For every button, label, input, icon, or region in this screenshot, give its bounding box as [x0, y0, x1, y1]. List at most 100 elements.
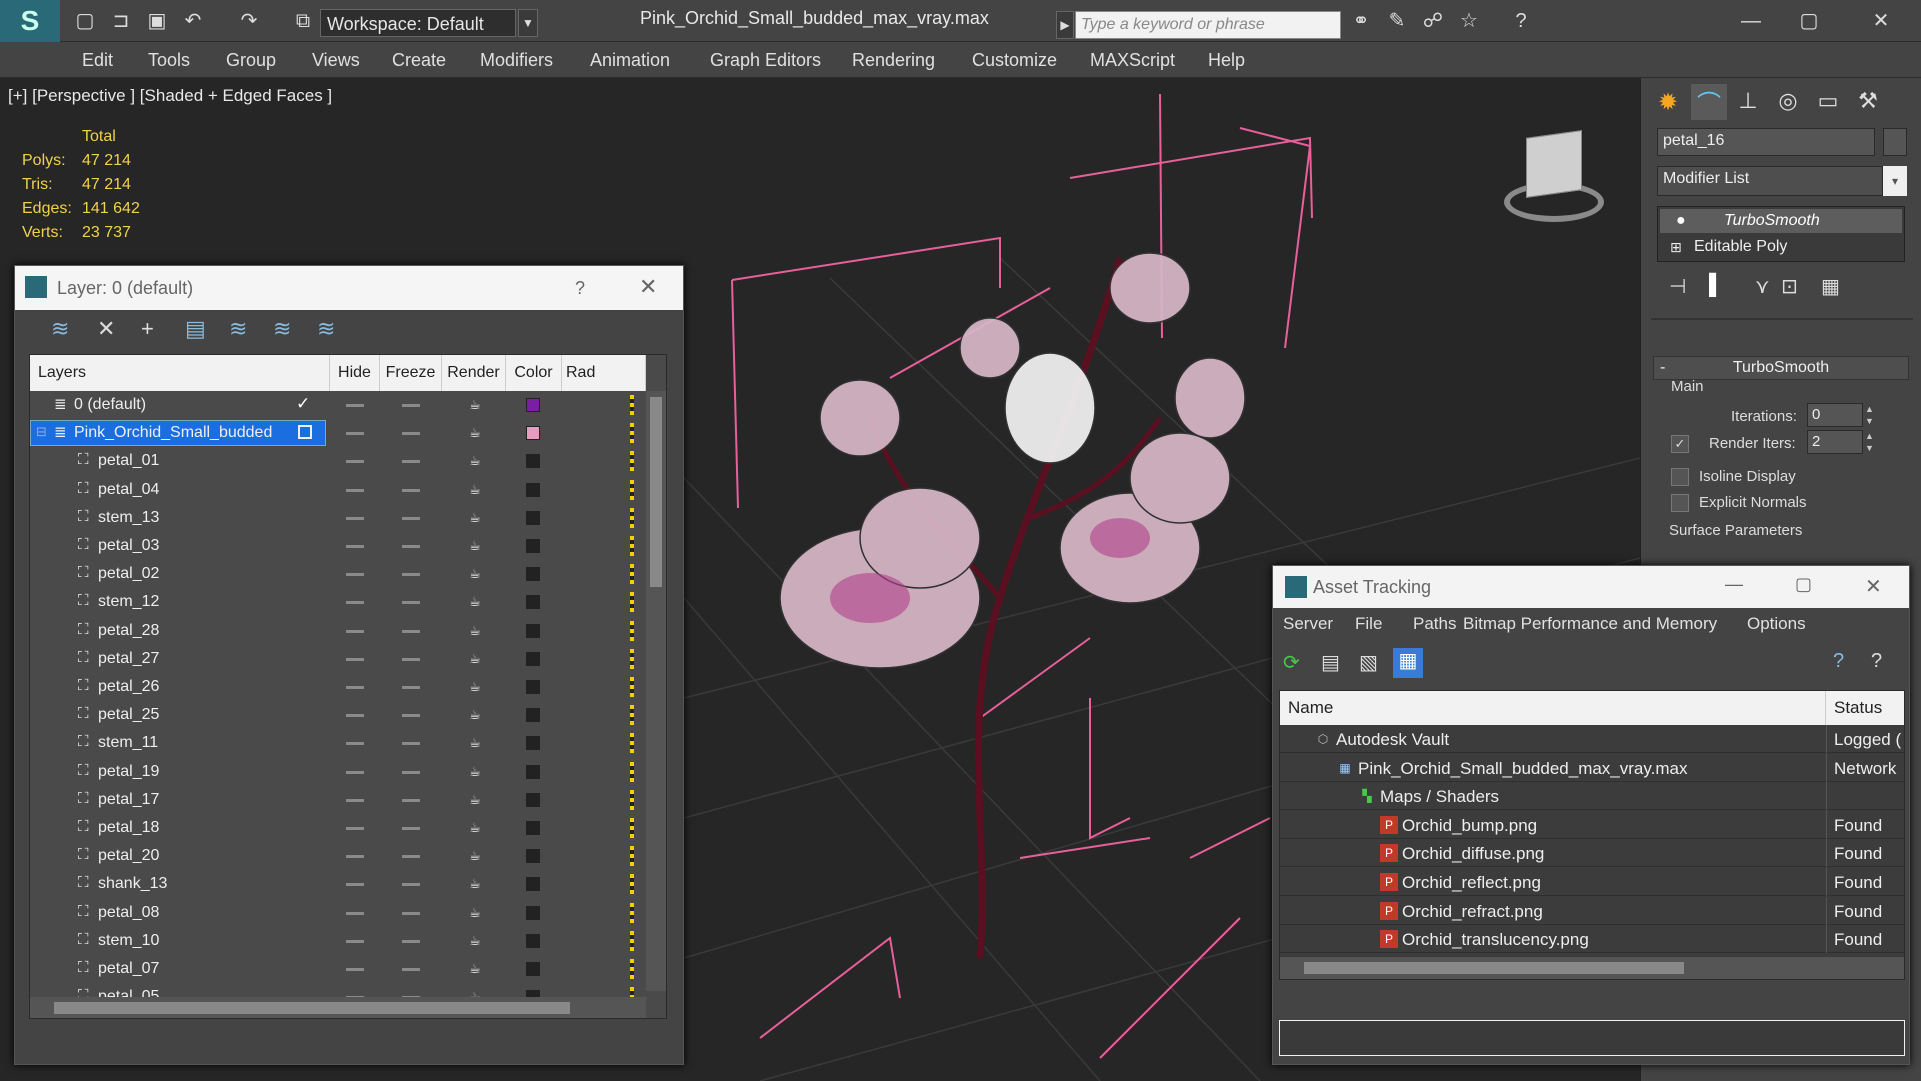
- render-teapot-icon[interactable]: ☕: [466, 961, 484, 977]
- object-row[interactable]: ⛶ petal_18 ☕: [30, 814, 640, 842]
- rollout-collapse-icon[interactable]: -: [1660, 357, 1665, 379]
- col-freeze[interactable]: Freeze: [380, 355, 442, 391]
- save-icon[interactable]: ▣: [144, 8, 170, 34]
- col-name[interactable]: Name: [1280, 691, 1826, 725]
- menu-tools[interactable]: Tools: [148, 50, 190, 71]
- render-teapot-icon[interactable]: ☕: [466, 425, 484, 441]
- radiosity-marker[interactable]: [630, 930, 634, 951]
- lightbulb-icon[interactable]: ●: [1676, 209, 1686, 233]
- active-layer-check-icon[interactable]: ✓: [296, 394, 310, 414]
- menu-group[interactable]: Group: [226, 50, 276, 71]
- viewcube-icon[interactable]: [1502, 126, 1606, 230]
- render-teapot-icon[interactable]: ☕: [466, 848, 484, 864]
- redo-icon[interactable]: ↷: [236, 8, 262, 34]
- layer-row[interactable]: ≣ 0 (default) ✓ ☕: [30, 391, 640, 419]
- render-teapot-icon[interactable]: ☕: [466, 538, 484, 554]
- hide-toggle[interactable]: [346, 968, 364, 971]
- list-view-icon[interactable]: ▤: [1321, 650, 1340, 675]
- layer-window-titlebar[interactable]: Layer: 0 (default) ? ✕: [15, 266, 683, 310]
- freeze-toggle[interactable]: [402, 714, 420, 718]
- render-teapot-icon[interactable]: ☕: [466, 820, 484, 836]
- asset-row[interactable]: P Orchid_reflect.png Found: [1280, 868, 1904, 896]
- iterations-spinner[interactable]: 0: [1807, 403, 1863, 427]
- object-row[interactable]: ⛶ petal_04 ☕: [30, 476, 640, 504]
- object-row[interactable]: ⛶ petal_20 ☕: [30, 842, 640, 870]
- select-layer-icon[interactable]: ▤: [185, 316, 206, 342]
- expand-minus-icon[interactable]: ⊟: [36, 424, 47, 440]
- layer-horizontal-scrollbar[interactable]: [30, 997, 646, 1018]
- object-row[interactable]: ⛶ petal_25 ☕: [30, 701, 640, 729]
- freeze-toggle[interactable]: [402, 516, 420, 520]
- show-end-result-icon[interactable]: ▌: [1709, 274, 1723, 297]
- freeze-toggle[interactable]: [402, 404, 420, 407]
- color-swatch[interactable]: [526, 426, 540, 441]
- render-teapot-icon[interactable]: ☕: [466, 876, 484, 892]
- object-row[interactable]: ⛶ shank_13 ☕: [30, 870, 640, 898]
- radiosity-marker[interactable]: [630, 648, 634, 669]
- undo-icon[interactable]: ↶: [180, 8, 206, 34]
- color-swatch[interactable]: [526, 567, 540, 582]
- radiosity-marker[interactable]: [630, 592, 634, 613]
- object-row[interactable]: ⛶ petal_03 ☕: [30, 532, 640, 560]
- object-row[interactable]: ⛶ petal_27 ☕: [30, 645, 640, 673]
- workspace-dropdown[interactable]: Workspace: Default: [320, 9, 516, 37]
- color-swatch[interactable]: [526, 792, 540, 807]
- color-swatch[interactable]: [526, 933, 540, 948]
- help-icon[interactable]: ?: [1508, 8, 1534, 34]
- motion-tab-icon[interactable]: ◎: [1773, 88, 1803, 118]
- freeze-toggle[interactable]: [402, 629, 420, 633]
- radiosity-marker[interactable]: [630, 620, 634, 641]
- radiosity-marker[interactable]: [630, 395, 634, 415]
- freeze-toggle[interactable]: [402, 855, 420, 859]
- menu-rendering[interactable]: Rendering: [852, 50, 935, 71]
- menu-graph-editors[interactable]: Graph Editors: [710, 50, 821, 71]
- rollout-header[interactable]: - TurboSmooth: [1653, 356, 1909, 380]
- object-row[interactable]: ⛶ petal_28 ☕: [30, 617, 640, 645]
- freeze-all-icon[interactable]: ≋: [317, 316, 335, 342]
- asset-horizontal-scrollbar[interactable]: [1280, 957, 1904, 979]
- explicit-normals-checkbox[interactable]: [1671, 494, 1689, 512]
- render-teapot-icon[interactable]: ☕: [466, 510, 484, 526]
- hide-toggle[interactable]: [346, 911, 364, 915]
- render-teapot-icon[interactable]: ☕: [466, 792, 484, 808]
- object-row[interactable]: ⛶ petal_07 ☕: [30, 955, 640, 983]
- hide-toggle[interactable]: [346, 798, 364, 802]
- freeze-toggle[interactable]: [402, 968, 420, 971]
- asset-info-icon[interactable]: ?: [1871, 650, 1882, 673]
- layer-row[interactable]: ⊟ ≣ Pink_Orchid_Small_budded ☕: [30, 419, 640, 447]
- radiosity-marker[interactable]: [630, 677, 634, 697]
- freeze-toggle[interactable]: [402, 911, 420, 915]
- col-color[interactable]: Color: [506, 355, 562, 391]
- workspace-menu-icon[interactable]: ▼: [518, 9, 538, 37]
- color-swatch[interactable]: [526, 736, 540, 751]
- iterations-spinner-arrows-icon[interactable]: ▲ ▼: [1865, 403, 1879, 427]
- object-row[interactable]: ⛶ stem_10 ☕: [30, 927, 640, 955]
- col-render[interactable]: Render: [442, 355, 506, 391]
- hide-toggle[interactable]: [346, 742, 364, 746]
- make-unique-icon[interactable]: ⋎: [1755, 274, 1770, 299]
- hide-toggle[interactable]: [346, 516, 364, 520]
- minimize-icon[interactable]: —: [1738, 8, 1764, 34]
- object-row[interactable]: ⛶ petal_17 ☕: [30, 786, 640, 814]
- hide-toggle[interactable]: [346, 939, 364, 943]
- color-swatch[interactable]: [526, 482, 540, 497]
- color-swatch[interactable]: [526, 708, 540, 723]
- asset-close-icon[interactable]: ✕: [1865, 574, 1882, 599]
- layer-help-icon[interactable]: ?: [575, 278, 585, 299]
- maximize-icon[interactable]: ▢: [1796, 8, 1822, 34]
- object-row[interactable]: ⛶ petal_02 ☕: [30, 560, 640, 588]
- radiosity-marker[interactable]: [630, 423, 634, 444]
- open-file-icon[interactable]: ⊐: [108, 8, 134, 34]
- hide-toggle[interactable]: [346, 883, 364, 887]
- freeze-toggle[interactable]: [402, 939, 420, 943]
- color-swatch[interactable]: [526, 510, 540, 525]
- asset-menu-paths[interactable]: Paths: [1413, 614, 1456, 634]
- utilities-tab-icon[interactable]: ⚒: [1853, 88, 1883, 118]
- freeze-toggle[interactable]: [402, 601, 420, 605]
- menu-customize[interactable]: Customize: [972, 50, 1057, 71]
- pin-stack-icon[interactable]: ⊣: [1669, 274, 1686, 299]
- freeze-toggle[interactable]: [402, 827, 420, 830]
- menu-edit[interactable]: Edit: [82, 50, 113, 71]
- freeze-toggle[interactable]: [402, 460, 420, 464]
- hide-toggle[interactable]: [346, 573, 364, 577]
